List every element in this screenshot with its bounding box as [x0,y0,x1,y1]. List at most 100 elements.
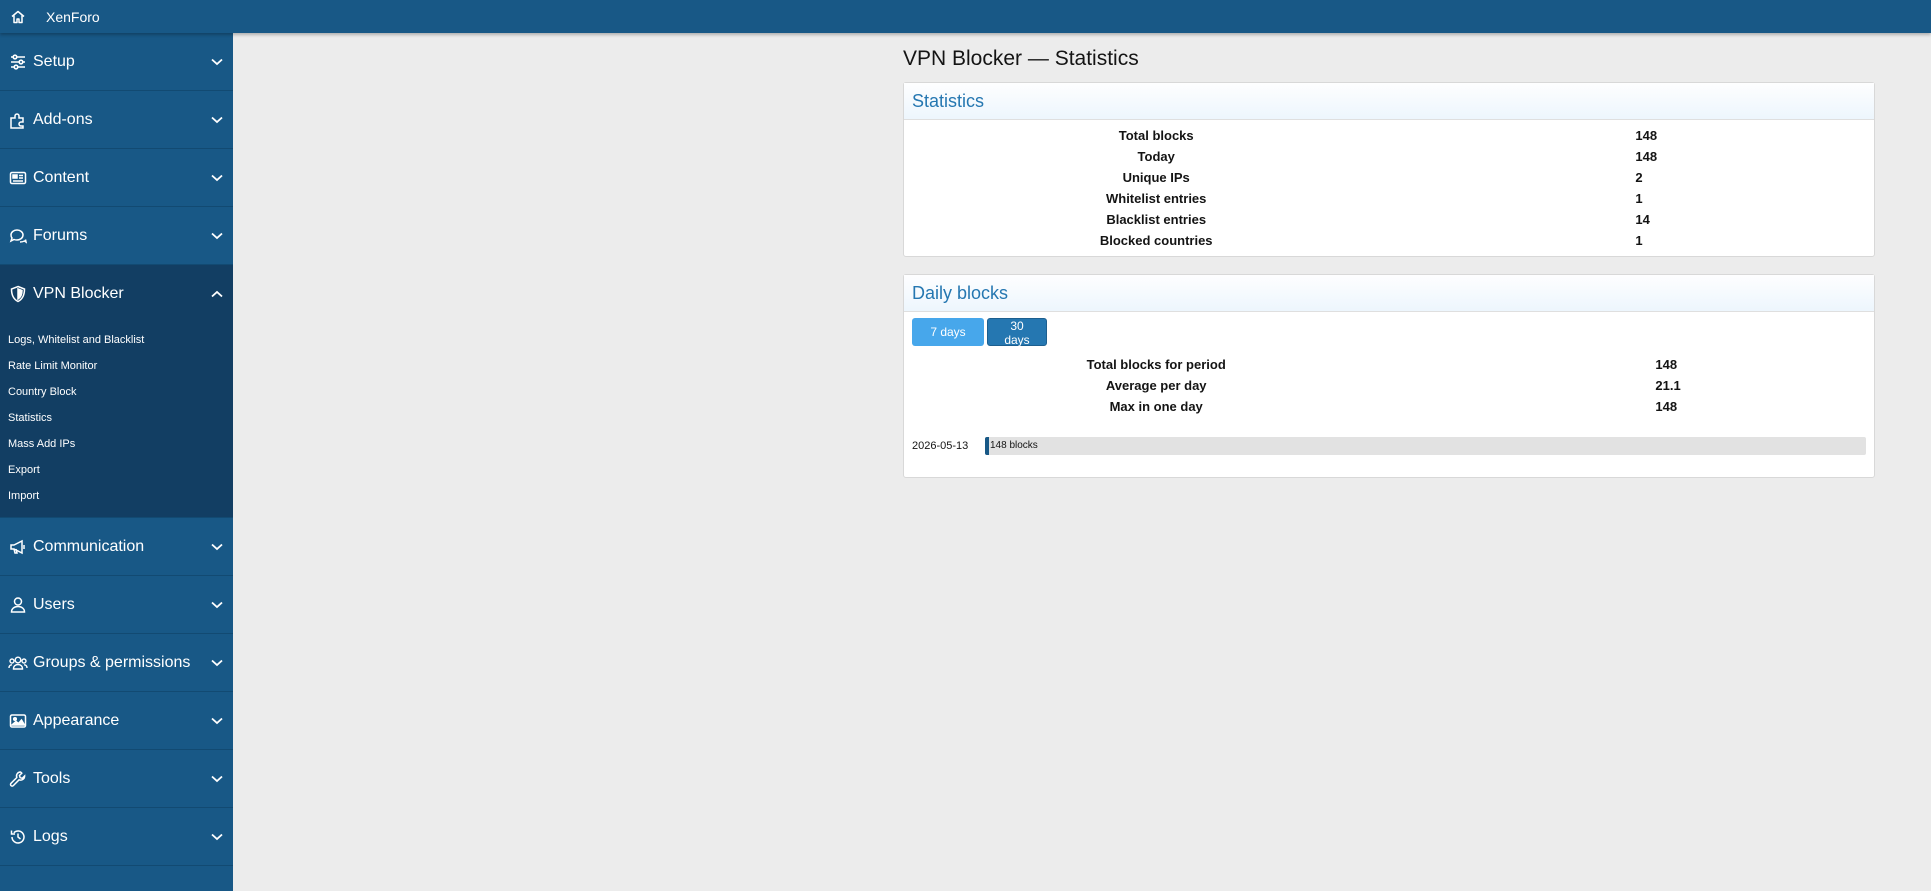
stat-label: Total blocks [1118,128,1194,143]
stat-value: 1 [1635,191,1643,206]
chevron-down-icon [211,172,223,184]
daily-summary-table: Total blocks for period 148 Average per … [904,354,1874,417]
sidebar-item-logs[interactable]: Logs [0,808,233,865]
top-bar: XenForo [0,0,1931,33]
megaphone-icon [8,537,28,557]
main-content: VPN Blocker — Statistics Statistics Tota… [233,33,1931,891]
sidebar-item-forums[interactable]: Forums [0,207,233,264]
sidebar-item-tools[interactable]: Tools [0,750,233,807]
wrench-icon [8,769,28,789]
chevron-down-icon [211,56,223,68]
subnav-item-logs-whitelist-blacklist[interactable]: Logs, Whitelist and Blacklist [0,327,233,353]
sidebar-item-label: Logs [33,827,68,845]
user-icon [8,595,28,615]
sidebar-section-content: Content [0,149,233,207]
chevron-down-icon [211,599,223,611]
sidebar-item-appearance[interactable]: Appearance [0,692,233,749]
stat-value: 14 [1635,212,1650,227]
summary-value: 21.1 [1655,378,1681,393]
sidebar-section-communication: Communication [0,518,233,576]
stat-value: 148 [1635,128,1658,143]
home-icon[interactable] [0,0,36,33]
table-row: Total blocks 148 [904,125,1874,146]
stat-label: Today [1137,149,1175,164]
summary-value: 148 [1655,357,1678,372]
puzzle-icon [8,110,28,130]
newspaper-icon [8,168,28,188]
daily-bar-fill [985,437,989,455]
subnav-item-mass-add-ips[interactable]: Mass Add IPs [0,431,233,457]
subnav-item-import[interactable]: Import [0,483,233,509]
sidebar-item-groups-permissions[interactable]: Groups & permissions [0,634,233,691]
daily-bar-date: 2026-05-13 [912,440,969,452]
sliders-icon [8,52,28,72]
sidebar-item-communication[interactable]: Communication [0,518,233,575]
table-row: Whitelist entries 1 [904,188,1874,209]
summary-value: 148 [1655,399,1678,414]
sidebar: Setup Add-ons Content Forums VPN Blocker… [0,33,233,891]
subnav-item-statistics[interactable]: Statistics [0,405,233,431]
chevron-down-icon [211,230,223,242]
sidebar-section-addons: Add-ons [0,91,233,149]
daily-blocks-heading: Daily blocks [904,275,1874,312]
subnav-item-country-block[interactable]: Country Block [0,379,233,405]
daily-bar-row: 2026-05-13 148 blocks [904,437,1874,455]
sidebar-item-label: Users [33,595,75,613]
brand-link[interactable]: XenForo [46,9,100,25]
sidebar-item-label: Forums [33,226,88,244]
stat-value: 1 [1635,233,1643,248]
table-row: Average per day 21.1 [904,375,1874,396]
stat-label: Whitelist entries [1105,191,1207,206]
sidebar-item-label: Content [33,168,90,186]
daily-bar-track: 148 blocks [985,437,1866,455]
vpn-blocker-subnav: Logs, Whitelist and Blacklist Rate Limit… [0,323,233,517]
sidebar-item-label: Setup [33,52,75,70]
chevron-down-icon [211,715,223,727]
chevron-down-icon [211,773,223,785]
stat-label: Blacklist entries [1106,212,1207,227]
subnav-item-export[interactable]: Export [0,457,233,483]
statistics-table: Total blocks 148 Today 148 Unique IPs 2 … [904,125,1874,251]
stat-label: Unique IPs [1122,170,1190,185]
sidebar-item-label: Appearance [33,711,120,729]
table-row: Unique IPs 2 [904,167,1874,188]
sidebar-section-logs: Logs [0,808,233,866]
stat-label: Blocked countries [1099,233,1213,248]
sidebar-section-appearance: Appearance [0,692,233,750]
stat-value: 148 [1635,149,1658,164]
summary-label: Total blocks for period [1086,357,1226,372]
sidebar-item-setup[interactable]: Setup [0,33,233,90]
table-row: Total blocks for period 148 [904,354,1874,375]
range-buttons: 7 days 30 days [904,312,1874,350]
sidebar-item-users[interactable]: Users [0,576,233,633]
seven-days-button[interactable]: 7 days [912,318,984,346]
sidebar-item-label: Groups & permissions [33,653,191,671]
sidebar-item-addons[interactable]: Add-ons [0,91,233,148]
thirty-days-button[interactable]: 30 days [987,318,1047,347]
statistics-block: Statistics Total blocks 148 Today 148 Un… [903,82,1875,257]
sidebar-item-label: Add-ons [33,110,93,128]
chevron-up-icon [211,288,223,300]
summary-label: Average per day [1105,378,1207,393]
chevron-down-icon [211,831,223,843]
subnav-item-rate-limit-monitor[interactable]: Rate Limit Monitor [0,353,233,379]
sidebar-item-content[interactable]: Content [0,149,233,206]
image-icon [8,711,28,731]
sidebar-section-setup: Setup [0,33,233,91]
chevron-down-icon [211,114,223,126]
sidebar-item-label: VPN Blocker [33,285,124,302]
sidebar-section-vpn-blocker: VPN Blocker Logs, Whitelist and Blacklis… [0,265,233,518]
sidebar-item-vpn-blocker[interactable]: VPN Blocker [0,265,233,323]
page-title: VPN Blocker — Statistics [903,47,1139,70]
comments-icon [8,226,28,246]
table-row: Blacklist entries 14 [904,209,1874,230]
daily-bar-label: 148 blocks [990,440,1038,451]
shield-icon [8,284,28,304]
chevron-down-icon [211,541,223,553]
table-row: Max in one day 148 [904,396,1874,417]
sidebar-item-label: Tools [33,769,71,787]
daily-blocks-block: Daily blocks 7 days 30 days Total blocks… [903,274,1875,478]
chevron-down-icon [211,657,223,669]
table-row: Today 148 [904,146,1874,167]
sidebar-section-tools: Tools [0,750,233,808]
